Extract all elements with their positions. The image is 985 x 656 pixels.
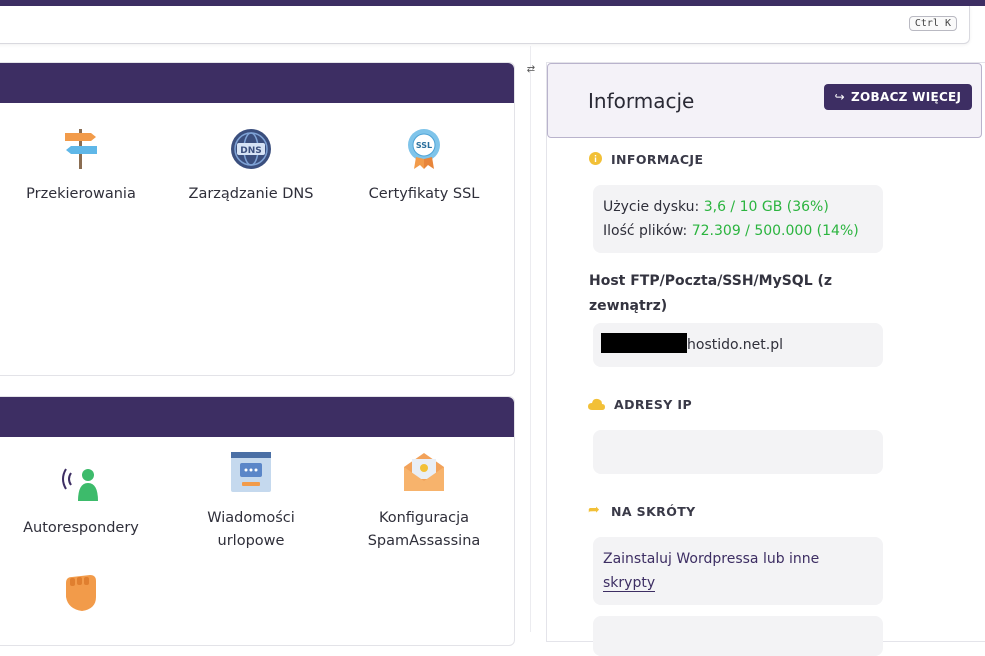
message-screen-icon bbox=[231, 452, 271, 492]
vacation-messages-tile[interactable]: Wiadomości urlopowe bbox=[186, 451, 316, 553]
dns-label: Zarządzanie DNS bbox=[188, 186, 314, 202]
files-value: 72.309 / 500.000 (14%) bbox=[691, 223, 859, 239]
info-panel: Informacje ↪ ZOBACZ WIĘCEJ INFORMACJE Uży… bbox=[546, 62, 985, 656]
swap-arrows-icon[interactable]: ⇄ bbox=[523, 63, 539, 77]
vacation-label-line2: urlopowe bbox=[217, 533, 285, 549]
disk-usage-row: Użycie dysku: 3,6 / 10 GB (36%) bbox=[603, 195, 873, 219]
shortcuts-heading: NA SKRÓTY bbox=[611, 504, 696, 519]
info-panel-header: Informacje ↪ ZOBACZ WIĘCEJ bbox=[547, 63, 982, 138]
cloud-icon bbox=[588, 398, 605, 410]
redirects-label: Przekierowania bbox=[26, 186, 136, 202]
block-sender-tile[interactable] bbox=[61, 569, 101, 613]
search-shortcut-hint: Ctrl K bbox=[908, 16, 957, 31]
spamassassin-tile[interactable]: Konfiguracja SpamAssassina bbox=[359, 451, 489, 553]
column-divider bbox=[530, 46, 531, 632]
see-more-button[interactable]: ↪ ZOBACZ WIĘCEJ bbox=[824, 84, 972, 110]
autoresponders-label: Autorespondery bbox=[23, 520, 139, 536]
shortcut-link-line1[interactable]: Zainstaluj Wordpressa lub inne bbox=[603, 547, 873, 571]
info-heading: INFORMACJE bbox=[611, 152, 704, 167]
hand-stop-icon bbox=[66, 575, 96, 611]
card-header bbox=[0, 63, 514, 103]
signpost-icon bbox=[65, 129, 97, 169]
ip-heading: ADRESY IP bbox=[614, 397, 693, 412]
vacation-label-line1: Wiadomości bbox=[207, 510, 295, 526]
share-arrow-icon: ↪ bbox=[834, 90, 846, 104]
shortcut-link-line2[interactable]: skrypty bbox=[603, 575, 656, 592]
autoresponder-person-icon bbox=[62, 468, 98, 501]
host-value: hostido.net.pl bbox=[687, 337, 783, 353]
dns-globe-icon: DNS bbox=[231, 129, 271, 169]
redacted-block bbox=[601, 333, 687, 353]
shortcut-item[interactable] bbox=[593, 616, 883, 656]
card-header bbox=[0, 397, 514, 437]
shortcut-item[interactable]: Zainstaluj Wordpressa lub inne skrypty bbox=[593, 537, 883, 605]
usage-box: Użycie dysku: 3,6 / 10 GB (36%) Ilość pl… bbox=[593, 185, 883, 253]
dns-tile[interactable]: DNS Zarządzanie DNS bbox=[186, 127, 316, 206]
ssl-badge-icon: SSL bbox=[408, 129, 440, 169]
host-label: Host FTP/Poczta/SSH/MySQL (z zewnątrz) bbox=[589, 273, 833, 314]
disk-label: Użycie dysku: bbox=[603, 199, 700, 215]
see-more-label: ZOBACZ WIĘCEJ bbox=[851, 90, 962, 104]
autoresponders-tile[interactable]: Autorespondery bbox=[21, 459, 141, 540]
host-box: hostido.net.pl bbox=[593, 323, 883, 367]
info-circle-icon bbox=[589, 152, 602, 165]
files-label: Ilość plików: bbox=[603, 223, 688, 239]
ssl-tile[interactable]: SSL Certyfikaty SSL bbox=[359, 127, 489, 206]
files-row: Ilość plików: 72.309 / 500.000 (14%) bbox=[603, 219, 873, 243]
spam-label-line2: SpamAssassina bbox=[367, 533, 481, 549]
panel-title: Informacje bbox=[588, 89, 695, 113]
ip-box bbox=[593, 430, 883, 474]
spam-label-line1: Konfiguracja bbox=[378, 510, 470, 526]
disk-value: 3,6 / 10 GB (36%) bbox=[703, 199, 829, 215]
ssl-label: Certyfikaty SSL bbox=[368, 186, 480, 202]
search-bar[interactable]: Ctrl K bbox=[0, 6, 970, 44]
ssl-icon-text: SSL bbox=[416, 141, 432, 150]
domains-tools-card: Przekierowania DNS Zarządzanie DNS SSL C… bbox=[0, 62, 515, 376]
forward-arrow-icon: ➦ bbox=[588, 502, 600, 518]
redirects-tile[interactable]: Przekierowania bbox=[21, 127, 141, 206]
mail-tools-card: Autorespondery Wiadomości urlopowe Konfi… bbox=[0, 396, 515, 646]
dns-icon-text: DNS bbox=[240, 146, 262, 156]
spam-envelope-icon bbox=[404, 453, 444, 491]
